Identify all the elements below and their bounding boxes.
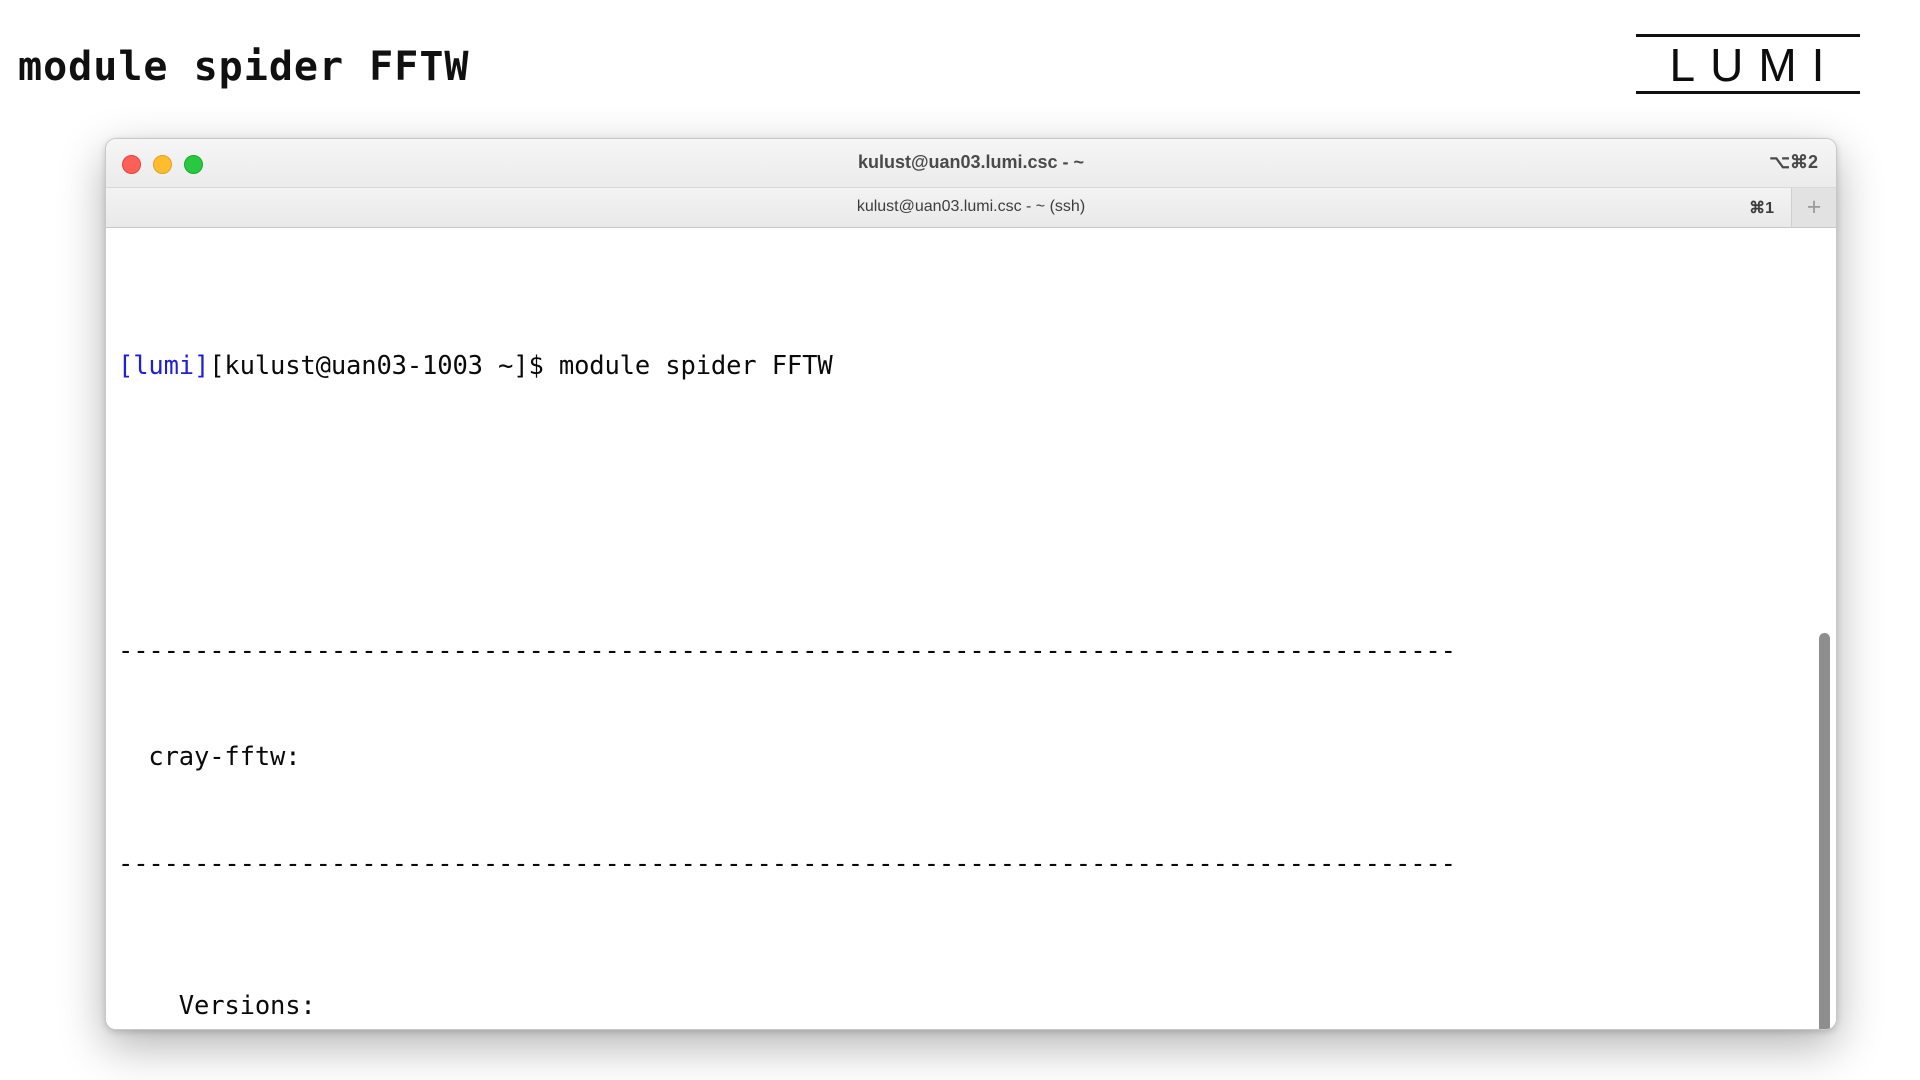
terminal-versions-label: Versions: — [118, 991, 316, 1022]
terminal-scrollbar-thumb[interactable] — [1819, 633, 1830, 1029]
terminal-scrollbar[interactable] — [1817, 228, 1832, 1029]
logo-rule-top — [1636, 34, 1860, 37]
window-titlebar: kulust@uan03.lumi.csc - ~ ⌥⌘2 — [106, 139, 1836, 188]
terminal-window: kulust@uan03.lumi.csc - ~ ⌥⌘2 kulust@uan… — [105, 138, 1837, 1030]
logo-rule-bottom — [1636, 91, 1860, 94]
new-tab-button[interactable]: + — [1791, 188, 1836, 227]
terminal-body[interactable]: [lumi][kulust@uan03-1003 ~]$ module spid… — [106, 228, 1836, 1029]
slide-root: module spider FFTW LUMI kulust@uan03.lum… — [0, 0, 1920, 1080]
tab-bar: kulust@uan03.lumi.csc - ~ (ssh) ⌘1 + — [106, 188, 1836, 228]
terminal-rule-after-header: ----------------------------------------… — [118, 849, 1456, 880]
prompt-command: module spider FFTW — [558, 350, 833, 381]
terminal-package-header: cray-fftw: — [118, 742, 301, 773]
prompt-body: [kulust@uan03-1003 ~]$ — [209, 350, 559, 381]
terminal-rule-top: ----------------------------------------… — [118, 635, 1456, 666]
prompt-tag: [lumi] — [118, 350, 210, 381]
tab-shortcut-label: ⌘1 — [1749, 200, 1774, 217]
page-title: module spider FFTW — [18, 44, 470, 90]
terminal-prompt-line-1: [lumi][kulust@uan03-1003 ~]$ module spid… — [118, 349, 1836, 385]
logo-wordmark: LUMI — [1669, 39, 1840, 91]
window-title: kulust@uan03.lumi.csc - ~ — [857, 152, 1085, 172]
terminal-output: [lumi][kulust@uan03-1003 ~]$ module spid… — [106, 242, 1836, 1029]
tab-session[interactable]: kulust@uan03.lumi.csc - ~ (ssh) — [106, 198, 1836, 216]
lumi-logo: LUMI — [1636, 34, 1860, 94]
window-shortcut-label: ⌥⌘2 — [1769, 152, 1818, 172]
